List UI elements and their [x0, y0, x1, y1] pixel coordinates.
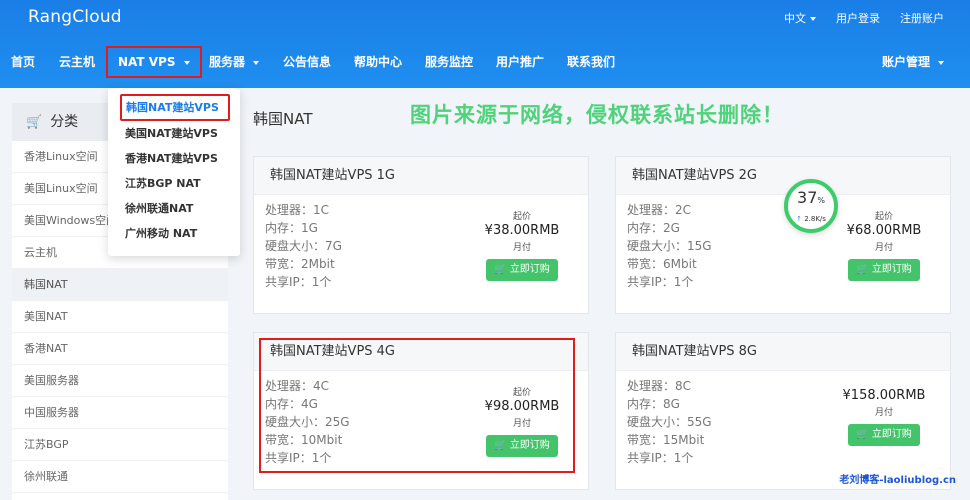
gauge-value: 37% [797, 188, 825, 207]
spec-ram: 内存：2G [627, 221, 680, 235]
spec-ram: 内存：1G [265, 221, 318, 235]
menu-item-hk-nat[interactable]: 香港NAT建站VPS [108, 146, 240, 171]
product-specs: 处理器：8C 内存：8G 硬盘大小：55G 带宽：15Mbit 共享IP：1个 [627, 377, 712, 467]
menu-item-js-bgp[interactable]: 江苏BGP NAT [108, 171, 240, 196]
sidebar-item-us-nat[interactable]: 美国NAT [12, 301, 228, 333]
product-name: 韩国NAT建站VPS 8G [616, 333, 950, 371]
cart-icon: 🛒 [494, 264, 507, 275]
order-button-label: 立即订购 [509, 264, 550, 275]
nav-servers[interactable]: 服务器 [209, 46, 260, 78]
product-specs: 处理器：1C 内存：1G 硬盘大小：7G 带宽：2Mbit 共享IP：1个 [265, 201, 342, 291]
nav-affiliate[interactable]: 用户推广 [496, 46, 544, 78]
spec-ip: 共享IP：1个 [627, 451, 694, 465]
spec-ip: 共享IP：1个 [627, 275, 694, 289]
sidebar-title: 分类 [50, 114, 79, 130]
spec-bandwidth: 带宽：6Mbit [627, 257, 697, 271]
nav-account[interactable]: 账户管理 [882, 46, 944, 78]
watermark-text: 图片来源于网络，侵权联系站长删除！ [410, 103, 784, 127]
nav-nat-vps[interactable]: NAT VPS [106, 46, 202, 78]
language-label: 中文 [784, 12, 806, 25]
spec-ip: 共享IP：1个 [265, 275, 332, 289]
gauge-speed: ↑ 2.8K/s [796, 215, 826, 223]
nav-contact[interactable]: 联系我们 [567, 46, 615, 78]
cart-icon: 🛒 [26, 115, 43, 130]
product-specs: 处理器：2C 内存：2G 硬盘大小：15G 带宽：6Mbit 共享IP：1个 [627, 201, 712, 291]
arrow-up-icon: ↑ [796, 215, 802, 223]
spec-disk: 硬盘大小：15G [627, 239, 712, 253]
sidebar-item-hk-nat[interactable]: 香港NAT [12, 333, 228, 365]
order-button[interactable]: 🛒 立即订购 [848, 424, 920, 446]
chevron-down-icon [253, 60, 260, 65]
language-select[interactable]: 中文 [784, 10, 816, 26]
price-prefix: 起价 [512, 212, 531, 222]
nav-account-label: 账户管理 [881, 55, 930, 69]
chevron-down-icon [183, 60, 190, 65]
main-nav: 首页 云主机 NAT VPS 服务器 公告信息 帮助中心 服务监控 用户推广 联… [0, 46, 970, 78]
order-button-label: 立即订购 [871, 429, 912, 440]
spec-disk: 硬盘大小：55G [627, 415, 712, 429]
nav-nat-vps-label: NAT VPS [118, 55, 176, 69]
spec-cpu: 处理器：2C [627, 203, 692, 217]
sidebar-item-xz-unicom[interactable]: 徐州联通 [12, 461, 228, 493]
menu-item-xz-unicom[interactable]: 徐州联通NAT [108, 196, 240, 221]
nav-home[interactable]: 首页 [11, 46, 35, 78]
header: RangCloud 中文 用户登录 注册账户 首页 云主机 NAT VPS 服务… [0, 0, 970, 88]
sidebar-item-js-bgp[interactable]: 江苏BGP [12, 429, 228, 461]
nav-announcements[interactable]: 公告信息 [283, 46, 331, 78]
spec-bandwidth: 带宽：15Mbit [627, 433, 705, 447]
order-button-label: 立即订购 [871, 264, 912, 275]
nav-help[interactable]: 帮助中心 [354, 46, 402, 78]
product-card: 韩国NAT建站VPS 2G 处理器：2C 内存：2G 硬盘大小：15G 带宽：6… [615, 156, 951, 314]
top-links: 中文 用户登录 注册账户 [784, 10, 944, 26]
blog-watermark: 老刘博客-laoliublog.cn [839, 475, 956, 486]
price-period: 月付 [874, 408, 893, 418]
price-value: ¥38.00RMB [484, 223, 560, 238]
spec-cpu: 处理器：1C [265, 203, 330, 217]
spec-bandwidth: 带宽：2Mbit [265, 257, 335, 271]
brand-logo[interactable]: RangCloud [28, 7, 122, 27]
order-button[interactable]: 🛒 立即订购 [486, 259, 558, 281]
price-block: 起价 ¥68.00RMB 月付 🛒 立即订购 [829, 209, 939, 281]
sidebar-item-cn-server[interactable]: 中国服务器 [12, 397, 228, 429]
nav-cloud-host[interactable]: 云主机 [59, 46, 95, 78]
register-link[interactable]: 注册账户 [900, 10, 944, 26]
page-title: 韩国NAT [253, 110, 313, 128]
price-block: 起价 ¥38.00RMB 月付 🛒 立即订购 [467, 209, 577, 281]
price-period: 月付 [874, 243, 893, 253]
cart-icon: 🛒 [856, 429, 869, 440]
sidebar-item-kr-nat[interactable]: 韩国NAT [12, 269, 228, 301]
spec-ram: 内存：8G [627, 397, 680, 411]
menu-item-kr-nat[interactable]: 韩国NAT建站VPS [120, 94, 230, 121]
menu-item-gz-mobile[interactable]: 广州移动 NAT [108, 221, 240, 246]
price-block: ¥158.00RMB 月付 🛒 立即订购 [829, 387, 939, 446]
cart-icon: 🛒 [856, 264, 869, 275]
spec-cpu: 处理器：8C [627, 379, 692, 393]
product-card: 韩国NAT建站VPS 1G 处理器：1C 内存：1G 硬盘大小：7G 带宽：2M… [253, 156, 589, 314]
product-name: 韩国NAT建站VPS 2G [616, 157, 950, 195]
chevron-down-icon [810, 17, 816, 21]
sidebar-item-us-server[interactable]: 美国服务器 [12, 365, 228, 397]
speed-gauge-widget[interactable]: 37% ↑ 2.8K/s [784, 179, 838, 233]
order-button[interactable]: 🛒 立即订购 [848, 259, 920, 281]
nav-servers-label: 服务器 [209, 55, 246, 69]
price-period: 月付 [512, 243, 531, 253]
product-card: 韩国NAT建站VPS 8G 处理器：8C 内存：8G 硬盘大小：55G 带宽：1… [615, 332, 951, 490]
login-link[interactable]: 用户登录 [836, 10, 880, 26]
highlight-box [259, 338, 575, 473]
price-value: ¥68.00RMB [846, 223, 922, 238]
price-prefix: 起价 [874, 212, 893, 222]
nat-vps-dropdown: 韩国NAT建站VPS 美国NAT建站VPS 香港NAT建站VPS 江苏BGP N… [108, 88, 240, 256]
spec-disk: 硬盘大小：7G [265, 239, 342, 253]
menu-item-us-nat[interactable]: 美国NAT建站VPS [108, 121, 240, 146]
product-name: 韩国NAT建站VPS 1G [254, 157, 588, 195]
nav-monitor[interactable]: 服务监控 [425, 46, 473, 78]
chevron-down-icon [938, 60, 944, 65]
price-value: ¥158.00RMB [842, 388, 926, 403]
